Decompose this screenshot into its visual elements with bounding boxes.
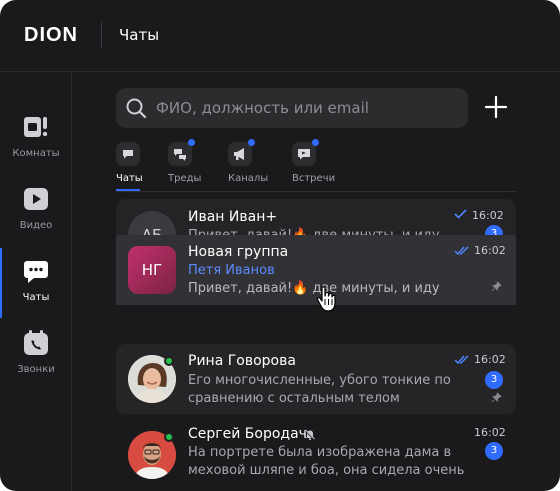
add-chat-button[interactable] (483, 94, 509, 120)
calls-icon (24, 330, 48, 355)
sidebar-item-chats[interactable]: Чаты (0, 244, 72, 318)
sidebar-item-rooms[interactable]: Комнаты (0, 100, 72, 162)
chat-preview-line1: На портрете была изображена дама в (188, 445, 452, 460)
sidebar-item-label: Комнаты (12, 148, 60, 159)
page-title: Чаты (119, 26, 160, 44)
dion-logo: DION (24, 24, 78, 46)
double-check-icon (454, 355, 469, 365)
muted-bell-icon (304, 429, 316, 441)
unread-badge: 3 (485, 442, 503, 460)
pin-icon (491, 392, 502, 403)
tab-threads[interactable]: Треды (168, 139, 202, 184)
pin-icon (491, 281, 502, 292)
megaphone-icon (228, 139, 255, 166)
online-indicator (164, 356, 174, 366)
chat-tabs: Чаты Треды Каналы Встречи (116, 139, 516, 192)
list-item[interactable]: Сергей Бородач На портрете была изображе… (116, 420, 516, 491)
tab-meetings[interactable]: Встречи (292, 139, 336, 184)
search-icon (126, 98, 147, 119)
chat-name: Рина Говорова (188, 353, 296, 369)
chat-time: 16:02 (472, 209, 504, 222)
sidebar-item-label: Видео (19, 220, 53, 231)
hand-cursor-icon (316, 286, 336, 312)
top-bar: DION Чаты (0, 0, 560, 72)
threads-icon (168, 139, 195, 166)
chat-time: 16:02 (474, 426, 506, 439)
chat-preview-line1: Его многочисленные, убого тонкие по (188, 373, 451, 388)
search-placeholder: ФИО, должность или email (156, 99, 369, 117)
sidebar-item-label: Звонки (17, 364, 55, 375)
search-input[interactable]: ФИО, должность или email (116, 88, 468, 128)
tab-chats[interactable]: Чаты (116, 142, 143, 191)
online-indicator (164, 432, 174, 442)
chat-time: 16:02 (474, 244, 506, 257)
group-avatar: НГ (128, 246, 176, 294)
tab-label: Треды (168, 173, 202, 184)
chat-time: 16:02 (474, 353, 506, 366)
chat-name: Новая группа (188, 244, 289, 260)
meeting-icon (292, 139, 319, 166)
chat-sender: Петя Иванов (188, 263, 275, 278)
sidebar-item-video[interactable]: Видео (0, 172, 72, 234)
double-check-icon (454, 246, 469, 256)
tab-channels[interactable]: Каналы (228, 139, 269, 184)
header-divider (101, 22, 102, 48)
tab-label: Встречи (292, 173, 336, 184)
tab-label: Каналы (228, 173, 269, 184)
chat-preview-line2: сравнению с остальным телом (188, 391, 400, 406)
video-icon (24, 188, 48, 210)
sidebar-nav: Комнаты Видео Чаты Звонки (0, 72, 72, 491)
sidebar-item-label: Чаты (22, 292, 50, 303)
tab-label: Чаты (116, 173, 143, 184)
chat-name: Иван Иван+ (188, 209, 278, 225)
chat-preview-line2: меховой шляпе и боа, она сидела очень (188, 463, 465, 478)
rooms-icon (24, 117, 48, 137)
chat-icon (24, 261, 48, 283)
sidebar-item-calls[interactable]: Звонки (0, 316, 72, 378)
unread-badge: 3 (485, 371, 503, 389)
read-check-icon (454, 209, 467, 219)
chat-name: Сергей Бородач (188, 426, 307, 442)
list-item[interactable]: Рина Говорова Его многочисленные, убого … (116, 344, 516, 414)
chat-preview: Привет, давай!🔥 две минуты, и иду (188, 281, 440, 296)
chat-bubble-icon (116, 142, 140, 166)
app-window: DION Чаты Комнаты Видео Чаты Звонки ФИО,… (0, 0, 560, 491)
